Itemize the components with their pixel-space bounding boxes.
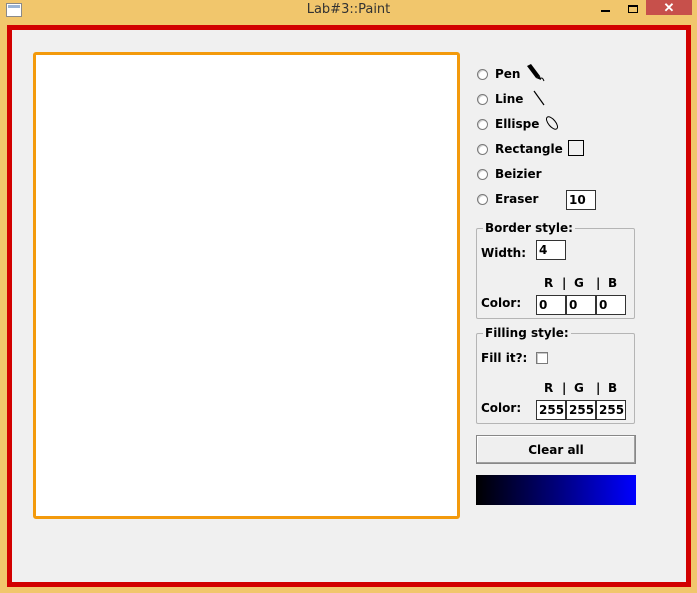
radio-line[interactable] bbox=[477, 93, 488, 105]
tool-label-rectangle: Rectangle bbox=[495, 142, 563, 156]
rectangle-icon bbox=[567, 139, 584, 159]
border-sep-1: | bbox=[562, 276, 567, 290]
border-r-input[interactable]: 0 bbox=[536, 295, 566, 315]
fill-b-header: B bbox=[608, 381, 618, 395]
pen-icon bbox=[525, 63, 545, 85]
tool-eraser[interactable]: Eraser bbox=[477, 191, 538, 207]
border-g-input[interactable]: 0 bbox=[566, 295, 596, 315]
clear-all-label: Clear all bbox=[528, 442, 584, 457]
fill-label: Fill it?: bbox=[481, 351, 528, 365]
border-sep-2: | bbox=[596, 276, 601, 290]
minimize-button[interactable] bbox=[592, 0, 618, 18]
maximize-icon bbox=[628, 5, 638, 13]
radio-rectangle[interactable] bbox=[477, 143, 488, 155]
border-width-label: Width: bbox=[481, 246, 527, 260]
fill-r-input[interactable]: 255 bbox=[536, 400, 566, 420]
tool-label-bezier: Beizier bbox=[495, 167, 542, 181]
tool-label-eraser: Eraser bbox=[495, 192, 539, 206]
title-bar: Lab#3::Paint ✕ bbox=[0, 0, 697, 22]
tool-line[interactable]: Line bbox=[477, 90, 546, 109]
border-b-input[interactable]: 0 bbox=[596, 295, 626, 315]
filling-style-title: Filling style: bbox=[483, 326, 571, 340]
clear-all-button[interactable]: Clear all bbox=[476, 435, 636, 464]
tool-ellipse[interactable]: Ellispe bbox=[477, 115, 560, 134]
tool-rectangle[interactable]: Rectangle bbox=[477, 139, 584, 159]
border-color-label: Color: bbox=[481, 296, 522, 310]
radio-ellipse[interactable] bbox=[477, 118, 488, 130]
fill-r-header: R bbox=[544, 381, 554, 395]
fill-sep-2: | bbox=[596, 381, 601, 395]
radio-pen[interactable] bbox=[477, 68, 488, 80]
border-style-title: Border style: bbox=[483, 221, 575, 235]
fill-sep-1: | bbox=[562, 381, 567, 395]
close-icon: ✕ bbox=[663, 0, 675, 15]
maximize-button[interactable] bbox=[620, 0, 646, 18]
fill-g-header: G bbox=[574, 381, 584, 395]
color-preview bbox=[476, 475, 636, 505]
drawing-canvas[interactable] bbox=[33, 52, 460, 519]
border-b-header: B bbox=[608, 276, 618, 290]
radio-bezier[interactable] bbox=[477, 168, 488, 180]
minimize-icon bbox=[600, 10, 610, 12]
border-r-header: R bbox=[544, 276, 554, 290]
tool-label-ellipse: Ellispe bbox=[495, 117, 540, 131]
fill-color-label: Color: bbox=[481, 401, 522, 415]
tool-label-line: Line bbox=[495, 92, 524, 106]
fill-g-input[interactable]: 255 bbox=[566, 400, 596, 420]
fill-checkbox[interactable] bbox=[536, 352, 548, 364]
tool-label-pen: Pen bbox=[495, 67, 521, 81]
line-icon bbox=[532, 90, 546, 109]
ellipse-icon bbox=[544, 115, 560, 134]
border-width-input[interactable]: 4 bbox=[536, 240, 566, 260]
radio-eraser[interactable] bbox=[477, 193, 488, 205]
tool-bezier[interactable]: Beizier bbox=[477, 166, 542, 182]
close-button[interactable]: ✕ bbox=[646, 0, 692, 15]
tool-pen[interactable]: Pen bbox=[477, 63, 545, 85]
eraser-size-input[interactable]: 10 bbox=[566, 190, 596, 210]
border-g-header: G bbox=[574, 276, 584, 290]
fill-b-input[interactable]: 255 bbox=[596, 400, 626, 420]
